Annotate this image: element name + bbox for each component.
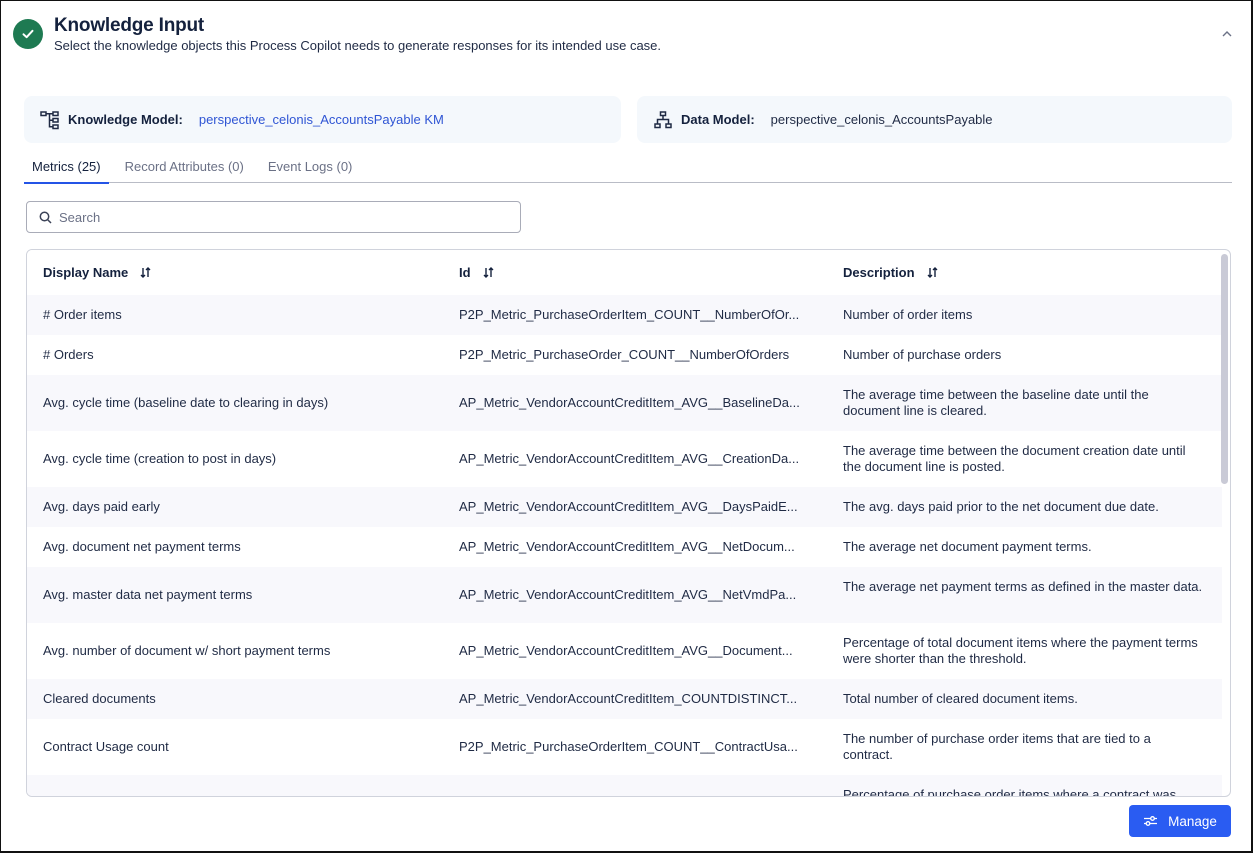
cell-description: Percentage of purchase order items where… bbox=[843, 787, 1177, 797]
tab-bar: Metrics (25) Record Attributes (0) Event… bbox=[24, 151, 1232, 184]
hierarchy-icon bbox=[652, 109, 674, 131]
cell-display-name: # Order items bbox=[43, 307, 122, 322]
manage-label: Manage bbox=[1168, 813, 1217, 829]
cell-description: The average net payment terms as defined… bbox=[843, 579, 1203, 594]
tab-metrics[interactable]: Metrics (25) bbox=[24, 151, 109, 184]
column-header-description[interactable]: Description bbox=[843, 265, 938, 280]
cell-display-name: Avg. cycle time (baseline date to cleari… bbox=[43, 395, 329, 410]
cell-description: The avg. days paid prior to the net docu… bbox=[843, 499, 1159, 514]
column-label: Id bbox=[459, 265, 471, 280]
cell-description: The average time between the document cr… bbox=[843, 443, 1186, 474]
knowledge-model-link[interactable]: perspective_celonis_AccountsPayable KM bbox=[199, 112, 444, 127]
sort-icon[interactable] bbox=[140, 267, 151, 278]
knowledge-input-panel: Knowledge Input Select the knowledge obj… bbox=[0, 0, 1253, 853]
cell-id: AP_Metric_VendorAccountCreditItem_AVG__C… bbox=[459, 451, 800, 466]
cell-display-name: Avg. days paid early bbox=[43, 499, 160, 514]
table-row[interactable]: Avg. number of document w/ short payment… bbox=[27, 623, 1222, 679]
table-row[interactable]: # Order items P2P_Metric_PurchaseOrderIt… bbox=[27, 295, 1222, 335]
metrics-table: Display Name Id Description # Order item… bbox=[26, 249, 1231, 797]
cell-id: P2P_Metric_PurchaseOrderItem_COUNT__Cont… bbox=[459, 739, 798, 754]
search-input[interactable] bbox=[59, 209, 520, 225]
cell-display-name: Avg. document net payment terms bbox=[43, 539, 241, 554]
cell-description: Percentage of total document items where… bbox=[843, 635, 1198, 666]
cell-description: The number of purchase order items that … bbox=[843, 731, 1151, 762]
sort-icon[interactable] bbox=[483, 267, 494, 278]
table-row[interactable]: Avg. document net payment terms AP_Metri… bbox=[27, 527, 1222, 567]
cell-id: AP_Metric_VendorAccountCreditItem_AVG__B… bbox=[459, 395, 800, 410]
section-header: Knowledge Input Select the knowledge obj… bbox=[13, 15, 1239, 65]
table-row[interactable]: Percentage of purchase order items where… bbox=[27, 775, 1222, 797]
sort-icon[interactable] bbox=[927, 267, 938, 278]
data-model-value: perspective_celonis_AccountsPayable bbox=[770, 112, 993, 127]
search-icon bbox=[37, 209, 53, 225]
tab-event-logs[interactable]: Event Logs (0) bbox=[260, 151, 361, 183]
cell-id: P2P_Metric_PurchaseOrderItem_COUNT__Numb… bbox=[459, 307, 800, 322]
cell-display-name: Cleared documents bbox=[43, 691, 156, 706]
table-row[interactable]: Cleared documents AP_Metric_VendorAccoun… bbox=[27, 679, 1222, 719]
section-title: Knowledge Input bbox=[54, 15, 205, 36]
cell-description: Number of purchase orders bbox=[843, 347, 1002, 362]
cell-id: AP_Metric_VendorAccountCreditItem_AVG__N… bbox=[459, 539, 795, 554]
section-subtitle: Select the knowledge objects this Proces… bbox=[54, 38, 662, 53]
manage-button[interactable]: Manage bbox=[1129, 805, 1231, 837]
cell-description: Total number of cleared document items. bbox=[843, 691, 1078, 706]
cell-id: AP_Metric_VendorAccountCreditItem_COUNTD… bbox=[459, 691, 798, 706]
cell-display-name: Avg. cycle time (creation to post in day… bbox=[43, 451, 277, 466]
table-row[interactable]: # Orders P2P_Metric_PurchaseOrder_COUNT_… bbox=[27, 335, 1222, 375]
cell-display-name: Avg. number of document w/ short payment… bbox=[43, 643, 331, 658]
column-label: Display Name bbox=[43, 265, 129, 280]
column-label: Description bbox=[843, 265, 915, 280]
data-model-card: Data Model: perspective_celonis_Accounts… bbox=[637, 96, 1232, 143]
cell-display-name: Contract Usage count bbox=[43, 739, 169, 754]
cell-id: AP_Metric_VendorAccountCreditItem_AVG__D… bbox=[459, 643, 793, 658]
table-row[interactable]: Avg. cycle time (creation to post in day… bbox=[27, 431, 1222, 487]
knowledge-model-card: Knowledge Model: perspective_celonis_Acc… bbox=[24, 96, 621, 143]
cell-description: The average net document payment terms. bbox=[843, 539, 1092, 554]
table-row[interactable]: Avg. days paid early AP_Metric_VendorAcc… bbox=[27, 487, 1222, 527]
collapse-button[interactable] bbox=[1219, 25, 1235, 41]
column-header-display-name[interactable]: Display Name bbox=[43, 265, 151, 280]
tab-record-attributes[interactable]: Record Attributes (0) bbox=[117, 151, 252, 183]
data-model-label: Data Model: bbox=[681, 112, 755, 127]
cell-description: The average time between the baseline da… bbox=[843, 387, 1149, 418]
column-header-id[interactable]: Id bbox=[459, 265, 494, 280]
tree-structure-icon bbox=[39, 109, 61, 131]
knowledge-model-label: Knowledge Model: bbox=[68, 112, 183, 127]
chevron-up-icon bbox=[1222, 24, 1232, 42]
table-body: # Order items P2P_Metric_PurchaseOrderIt… bbox=[27, 295, 1222, 797]
search-box bbox=[26, 201, 521, 233]
table-row[interactable]: Avg. cycle time (baseline date to cleari… bbox=[27, 375, 1222, 431]
table-row[interactable]: Avg. master data net payment terms AP_Me… bbox=[27, 567, 1222, 623]
cell-display-name: # Orders bbox=[43, 347, 94, 362]
cell-description: Number of order items bbox=[843, 307, 973, 322]
cell-id: AP_Metric_VendorAccountCreditItem_AVG__D… bbox=[459, 499, 798, 514]
table-header: Display Name Id Description bbox=[27, 250, 1222, 295]
check-circle-icon bbox=[13, 19, 43, 49]
table-row[interactable]: Contract Usage count P2P_Metric_Purchase… bbox=[27, 719, 1222, 775]
cell-id: P2P_Metric_PurchaseOrder_COUNT__NumberOf… bbox=[459, 347, 790, 362]
cell-id: AP_Metric_VendorAccountCreditItem_AVG__N… bbox=[459, 587, 797, 602]
sliders-icon bbox=[1143, 815, 1158, 827]
table-scrollbar[interactable] bbox=[1221, 254, 1228, 484]
cell-display-name: Avg. master data net payment terms bbox=[43, 587, 253, 602]
